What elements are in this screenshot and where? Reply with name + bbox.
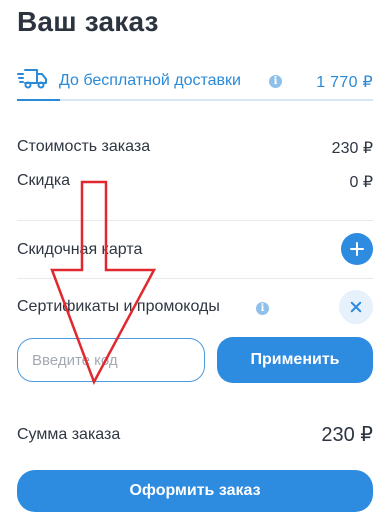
total-label: Сумма заказа bbox=[17, 426, 121, 443]
promo-label: Сертификаты и промокоды bbox=[17, 298, 220, 315]
order-cost-label: Стоимость заказа bbox=[17, 138, 151, 155]
discount-label: Скидка bbox=[17, 172, 71, 189]
free-delivery-progress: До бесплатной доставки i 1 770 ₽ bbox=[17, 66, 373, 101]
free-delivery-amount: 1 770 ₽ bbox=[316, 74, 373, 91]
add-discount-card-button[interactable] bbox=[341, 233, 373, 265]
total-value: 230 ₽ bbox=[321, 424, 373, 446]
apply-promo-button[interactable]: Применить bbox=[217, 337, 373, 383]
order-cost-value: 230 ₽ bbox=[331, 140, 373, 157]
checkout-button[interactable]: Оформить заказ bbox=[17, 470, 373, 512]
divider bbox=[17, 220, 373, 221]
delivery-info-icon[interactable]: i bbox=[269, 75, 282, 88]
promo-code-input[interactable] bbox=[17, 338, 205, 382]
discount-value: 0 ₽ bbox=[349, 174, 373, 191]
delivery-progress-track bbox=[17, 99, 373, 101]
close-promo-button[interactable] bbox=[339, 290, 373, 324]
truck-icon bbox=[17, 69, 47, 89]
promo-info-icon[interactable]: i bbox=[256, 302, 269, 315]
discount-card-label: Скидочная карта bbox=[17, 241, 143, 258]
free-delivery-label: До бесплатной доставки bbox=[59, 72, 241, 89]
divider bbox=[17, 278, 373, 279]
delivery-progress-fill bbox=[17, 99, 60, 101]
page-title: Ваш заказ bbox=[17, 6, 159, 37]
